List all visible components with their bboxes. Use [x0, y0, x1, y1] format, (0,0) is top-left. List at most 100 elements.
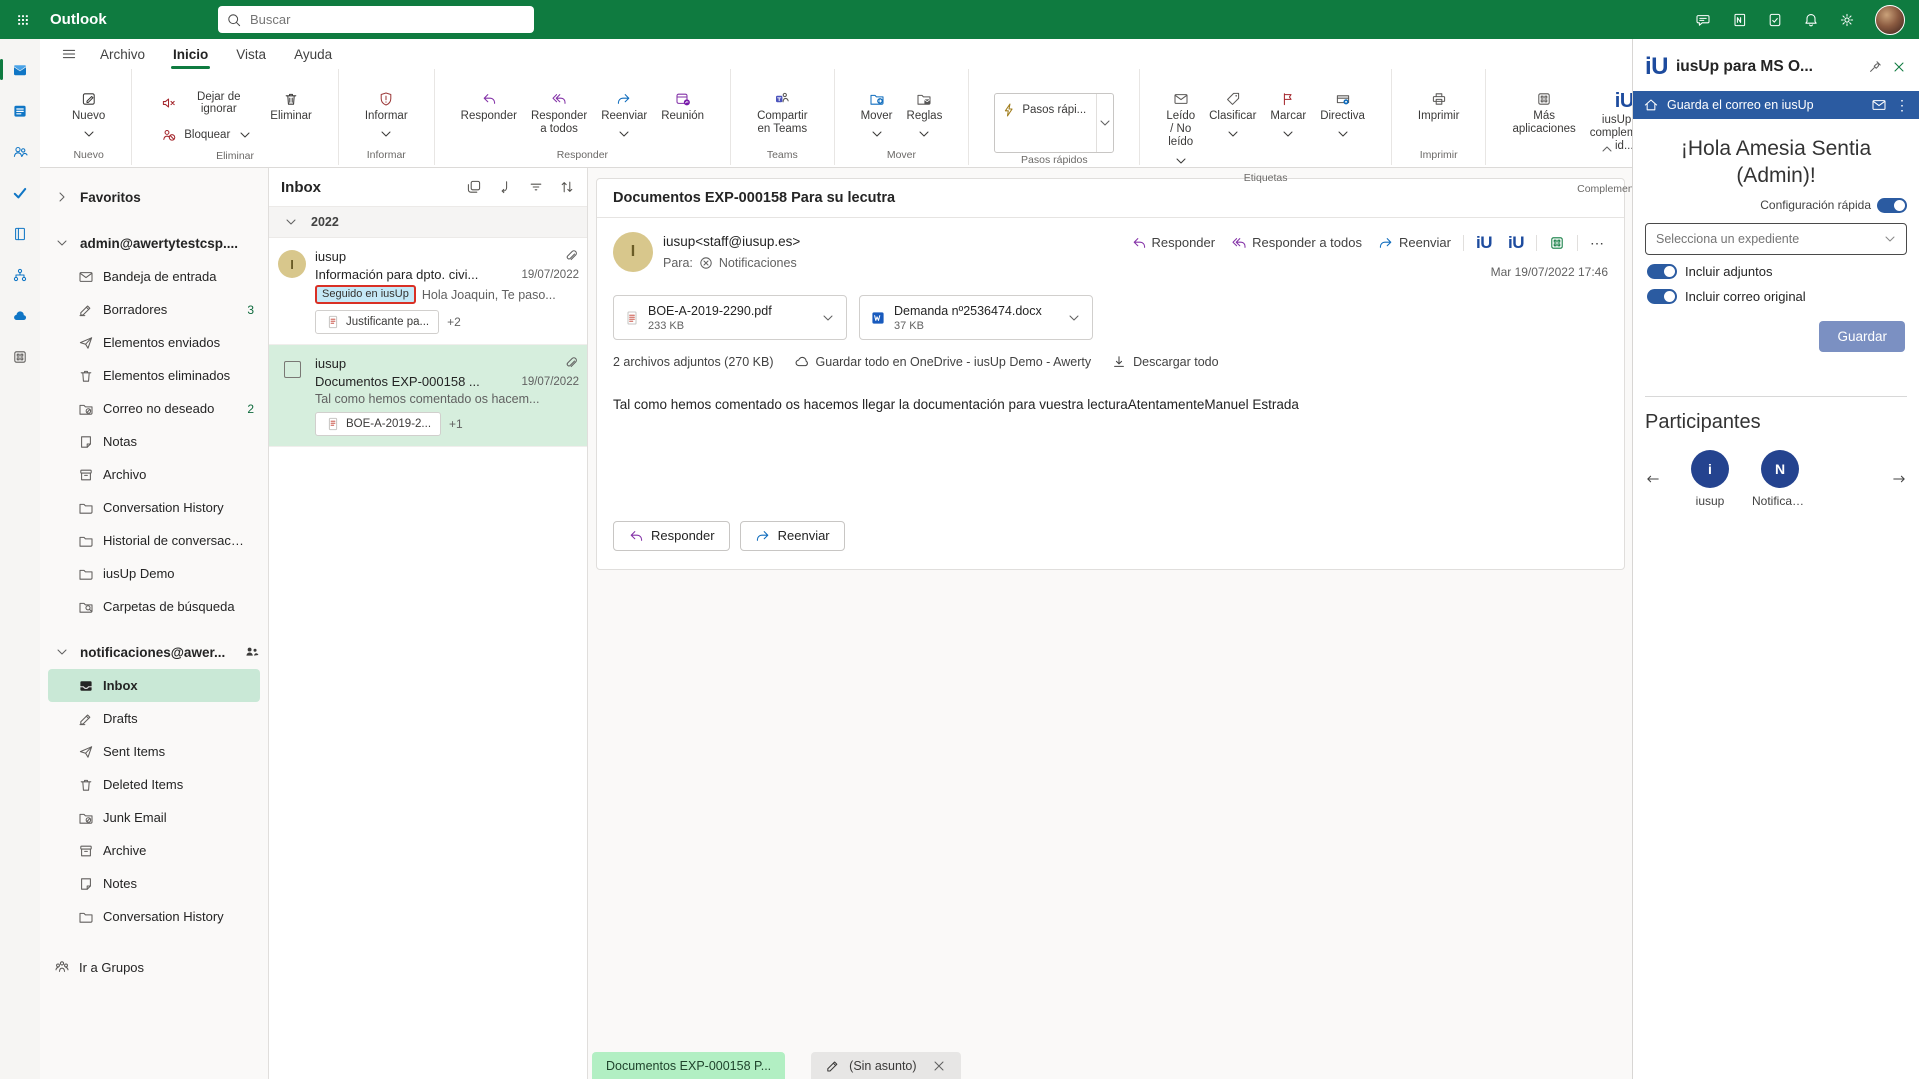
notifications-button[interactable]: [1803, 12, 1819, 28]
participant[interactable]: N Notificaci...: [1753, 450, 1807, 508]
more-actions-button[interactable]: ⋯: [1586, 234, 1608, 252]
chat-button[interactable]: [1695, 12, 1711, 28]
tab-archivo[interactable]: Archivo: [88, 43, 157, 66]
folder-bandeja-de-entrada[interactable]: Bandeja de entrada: [40, 260, 268, 293]
folder-iusup-demo[interactable]: iusUp Demo: [40, 557, 268, 590]
rail-mail-button[interactable]: [0, 49, 40, 90]
search-input[interactable]: [248, 11, 526, 28]
save-button[interactable]: Guardar: [1819, 321, 1905, 352]
expediente-input[interactable]: [1654, 231, 1882, 247]
more-apps-button[interactable]: Más aplicaciones: [1505, 85, 1582, 138]
rail-notebook-button[interactable]: [0, 213, 40, 254]
download-all-link[interactable]: Descargar todo: [1111, 354, 1218, 370]
close-addin-button[interactable]: [1891, 59, 1907, 75]
folder-deleted-items[interactable]: Deleted Items: [40, 768, 268, 801]
draft-tab-documentos[interactable]: Documentos EXP-000158 P...: [592, 1052, 785, 1079]
search-bar[interactable]: [218, 6, 534, 33]
reply-action[interactable]: Responder: [1127, 233, 1220, 253]
expediente-select[interactable]: [1645, 223, 1907, 255]
to-recipient[interactable]: Notificaciones: [719, 256, 797, 270]
favorites-section[interactable]: Favoritos: [40, 180, 268, 214]
folder-inbox-selected[interactable]: Inbox: [48, 669, 260, 702]
settings-button[interactable]: [1839, 12, 1855, 28]
go-to-groups-button[interactable]: Ir a Grupos: [40, 949, 268, 985]
footer-reply-button[interactable]: Responder: [613, 521, 730, 551]
include-original-toggle[interactable]: [1647, 289, 1677, 304]
rail-people-button[interactable]: [0, 131, 40, 172]
delete-button[interactable]: Eliminar: [263, 85, 319, 125]
folder-elementos-eliminados[interactable]: Elementos eliminados: [40, 359, 268, 392]
attachment-menu[interactable]: [820, 310, 836, 326]
folder-carpetas-busqueda[interactable]: Carpetas de búsqueda: [40, 590, 268, 623]
addin-home-button[interactable]: [1643, 97, 1659, 113]
tab-inicio[interactable]: Inicio: [161, 43, 220, 66]
list-group-2022[interactable]: 2022: [269, 206, 587, 238]
flag-button[interactable]: Marcar: [1263, 85, 1313, 144]
participants-next-button[interactable]: [1891, 471, 1907, 487]
collapse-ribbon-button[interactable]: [1593, 140, 1621, 161]
email-list-item-selected[interactable]: iusup Documentos EXP-000158 ... 19/07/20…: [269, 345, 587, 447]
participant[interactable]: i iusup: [1683, 450, 1737, 508]
iusup-quick-action-1[interactable]: iU: [1472, 232, 1496, 253]
policy-button[interactable]: Directiva: [1313, 85, 1372, 144]
block-button[interactable]: Bloquear: [155, 125, 259, 145]
folder-correo-no-deseado[interactable]: Correo no deseado2: [40, 392, 268, 425]
rail-org-button[interactable]: [0, 254, 40, 295]
new-button[interactable]: Nuevo: [65, 85, 112, 144]
attachment-docx[interactable]: Demanda nº2536474.docx 37 KB: [859, 295, 1093, 340]
email-checkbox[interactable]: [284, 361, 301, 378]
forward-action[interactable]: Reenviar: [1374, 233, 1455, 253]
move-button[interactable]: Mover: [854, 85, 900, 144]
folder-drafts[interactable]: Drafts: [40, 702, 268, 735]
attachment-chip[interactable]: BOE-A-2019-2...: [315, 412, 441, 436]
filter-button[interactable]: [528, 179, 544, 195]
include-attachments-toggle[interactable]: [1647, 264, 1677, 279]
sort-button[interactable]: [559, 179, 575, 195]
app-launcher-button[interactable]: [0, 0, 46, 39]
folder-notas[interactable]: Notas: [40, 425, 268, 458]
reply-all-button[interactable]: Responder a todos: [524, 85, 594, 138]
participants-prev-button[interactable]: [1645, 471, 1661, 487]
apps-action[interactable]: [1545, 233, 1569, 253]
draft-tab-sin-asunto[interactable]: (Sin asunto): [811, 1052, 960, 1079]
todo-button[interactable]: [1767, 12, 1783, 28]
tab-vista[interactable]: Vista: [224, 43, 278, 66]
rail-more-apps-button[interactable]: [0, 336, 40, 377]
folder-junk-email[interactable]: Junk Email: [40, 801, 268, 834]
iusup-quick-action-2[interactable]: iU: [1504, 232, 1528, 253]
categorize-button[interactable]: Clasificar: [1202, 85, 1263, 144]
rail-calendar-button[interactable]: [0, 90, 40, 131]
account1-header[interactable]: admin@awertytestcsp....: [40, 226, 268, 260]
addin-mail-button[interactable]: [1871, 97, 1887, 113]
onenote-button[interactable]: [1731, 12, 1747, 28]
folder-elementos-enviados[interactable]: Elementos enviados: [40, 326, 268, 359]
report-button[interactable]: Informar: [358, 85, 415, 144]
quick-steps-box[interactable]: Pasos rápi...: [994, 93, 1114, 153]
pin-addin-button[interactable]: [1867, 59, 1883, 75]
folder-sent-items[interactable]: Sent Items: [40, 735, 268, 768]
reply-button[interactable]: Responder: [454, 85, 524, 125]
tab-ayuda[interactable]: Ayuda: [282, 43, 344, 66]
folder-notes[interactable]: Notes: [40, 867, 268, 900]
select-messages-button[interactable]: [466, 179, 482, 195]
folder-archivo[interactable]: Archivo: [40, 458, 268, 491]
reply-all-action[interactable]: Responder a todos: [1227, 233, 1366, 253]
attachment-chip[interactable]: Justificante pa...: [315, 310, 439, 334]
meeting-button[interactable]: Reunión: [654, 85, 711, 125]
forward-button[interactable]: Reenviar: [594, 85, 654, 144]
rail-onedrive-button[interactable]: [0, 295, 40, 336]
addin-more-button[interactable]: ⋮: [1895, 98, 1909, 112]
share-teams-button[interactable]: Compartir en Teams: [750, 85, 814, 138]
attachment-menu[interactable]: [1066, 310, 1082, 326]
quick-steps-expand[interactable]: [1096, 94, 1113, 152]
folder-borradores[interactable]: Borradores3: [40, 293, 268, 326]
email-list-item[interactable]: I iusup Información para dpto. civi... 1…: [269, 238, 587, 345]
quick-config-toggle[interactable]: [1877, 198, 1907, 213]
hamburger-button[interactable]: [54, 46, 84, 62]
attachment-pdf[interactable]: BOE-A-2019-2290.pdf 233 KB: [613, 295, 847, 340]
account2-header[interactable]: notificaciones@awer...: [40, 635, 268, 669]
rules-button[interactable]: Reglas: [900, 85, 950, 144]
stop-ignoring-button[interactable]: Dejar de ignorar: [155, 89, 259, 117]
print-button[interactable]: Imprimir: [1411, 85, 1467, 125]
save-onedrive-link[interactable]: Guardar todo en OneDrive - iusUp Demo - …: [794, 354, 1092, 370]
